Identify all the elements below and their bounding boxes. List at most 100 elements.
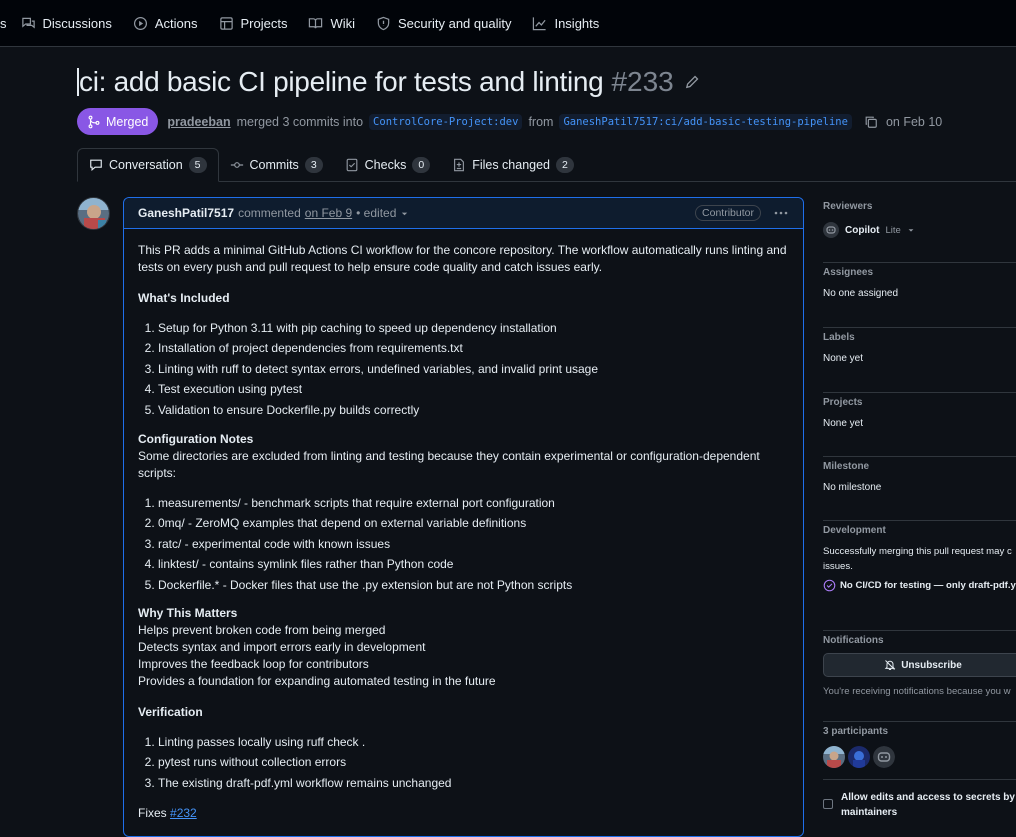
participants-section: 3 participants — [823, 722, 1016, 780]
development-text: issues. — [823, 561, 853, 572]
nav-label: Security and quality — [398, 15, 512, 31]
labels-section: Labels None yet — [823, 328, 1016, 393]
list-item: Linting passes locally using ruff check … — [158, 732, 789, 752]
from-text: from — [528, 114, 554, 129]
list-item: The existing draft-pdf.yml workflow rema… — [158, 773, 789, 793]
list-item: Setup for Python 3.11 with pip caching t… — [158, 318, 789, 338]
pr-sidebar: Reviewers Copilot Lite Assignees No one … — [823, 197, 1016, 820]
merge-icon — [87, 115, 101, 129]
author-avatar[interactable] — [77, 197, 110, 230]
why-line: Detects syntax and import errors early i… — [138, 640, 426, 655]
participant-avatar[interactable] — [823, 746, 845, 768]
file-diff-icon — [452, 158, 466, 172]
comment-date-link[interactable]: on Feb 9 — [305, 206, 352, 220]
assignees-title[interactable]: Assignees — [823, 263, 1016, 278]
reviewers-section: Reviewers Copilot Lite — [823, 197, 1016, 263]
config-intro: Some directories are excluded from linti… — [138, 449, 760, 481]
tab-label: Files changed — [472, 158, 551, 172]
milestone-title[interactable]: Milestone — [823, 457, 1016, 472]
base-branch[interactable]: ControlCore-Project:dev — [369, 113, 523, 130]
kebab-menu-icon[interactable] — [773, 205, 789, 221]
reviewers-title[interactable]: Reviewers — [823, 197, 1016, 212]
why-line: Improves the feedback loop for contribut… — [138, 657, 369, 672]
tab-conversation[interactable]: Conversation 5 — [77, 148, 219, 182]
shield-icon — [376, 16, 391, 31]
comment-icon — [89, 158, 103, 172]
projects-icon — [219, 16, 234, 31]
tab-checks[interactable]: Checks 0 — [334, 148, 442, 182]
allow-edits-row[interactable]: Allow edits and access to secrets by mai… — [823, 790, 1016, 820]
tab-counter: 5 — [188, 157, 207, 173]
merged-status-badge: Merged — [77, 108, 159, 135]
development-title[interactable]: Development — [823, 521, 1016, 536]
list-item: linktest/ - contains symlink files rathe… — [158, 554, 789, 574]
pr-meta: Merged pradeeban merged 3 commits into C… — [77, 108, 942, 135]
nav-item-actions[interactable]: Actions — [133, 0, 198, 47]
projects-title[interactable]: Projects — [823, 393, 1016, 408]
list-item: pytest runs without collection errors — [158, 752, 789, 772]
copilot-icon — [823, 222, 839, 238]
labels-value: None yet — [823, 353, 864, 364]
pencil-icon[interactable] — [684, 74, 700, 90]
merge-date: on Feb 10 — [885, 114, 943, 129]
milestone-section: Milestone No milestone — [823, 457, 1016, 521]
unsubscribe-label: Unsubscribe — [901, 659, 962, 671]
tab-files-changed[interactable]: Files changed 2 — [441, 148, 585, 182]
tab-label: Checks — [364, 158, 407, 172]
comment-header: GaneshPatil7517 commented on Feb 9 • edi… — [124, 198, 803, 229]
why-line: Helps prevent broken code from being mer… — [138, 623, 386, 638]
nav-item-partial[interactable]: s — [0, 16, 7, 31]
copilot-avatar[interactable] — [873, 746, 895, 768]
merged-by-link[interactable]: pradeeban — [167, 115, 230, 129]
edited-label: • edited — [356, 206, 397, 220]
comment-body: This PR adds a minimal GitHub Actions CI… — [124, 242, 803, 822]
nav-label: Wiki — [330, 15, 356, 31]
linked-issue-title: No CI/CD for testing — only draft-pdf.y — [840, 580, 1016, 591]
copy-icon[interactable] — [864, 115, 878, 129]
reviewer-name[interactable]: Copilot — [845, 225, 879, 236]
nav-label: Discussions — [42, 15, 112, 31]
why-heading: Why This Matters — [138, 606, 238, 621]
fixes-issue-link[interactable]: #232 — [170, 806, 197, 820]
chevron-down-icon[interactable] — [907, 226, 915, 234]
commit-icon — [230, 158, 244, 172]
merged-status-label: Merged — [106, 114, 149, 129]
list-item: ratc/ - experimental code with known iss… — [158, 534, 789, 554]
labels-title[interactable]: Labels — [823, 328, 1016, 343]
linked-issue[interactable]: No CI/CD for testing — only draft-pdf.y — [823, 579, 1016, 592]
included-list: Setup for Python 3.11 with pip caching t… — [138, 318, 789, 420]
tab-label: Conversation — [109, 158, 183, 172]
nav-label: Projects — [240, 15, 288, 31]
why-line: Provides a foundation for expanding auto… — [138, 674, 496, 689]
edited-dropdown[interactable]: • edited — [356, 206, 409, 220]
graph-icon — [532, 16, 547, 31]
unsubscribe-button[interactable]: Unsubscribe — [823, 653, 1016, 677]
notifications-title: Notifications — [823, 635, 884, 646]
development-section: Development Successfully merging this pu… — [823, 521, 1016, 631]
comment-author[interactable]: GaneshPatil7517 — [138, 206, 234, 220]
assignees-section: Assignees No one assigned — [823, 263, 1016, 328]
nav-item-security[interactable]: Security and quality — [376, 0, 511, 47]
allow-edits-section: Allow edits and access to secrets by mai… — [823, 780, 1016, 820]
allow-edits-text: maintainers — [841, 807, 898, 818]
wiki-icon — [308, 16, 323, 31]
nav-item-projects[interactable]: Projects — [219, 0, 288, 47]
checks-icon — [345, 158, 359, 172]
nav-item-discussions[interactable]: Discussions — [21, 0, 112, 47]
nav-label: Insights — [554, 15, 600, 31]
tab-label: Commits — [249, 158, 299, 172]
reviewer-row: Copilot Lite — [823, 222, 1016, 238]
issue-closed-icon — [823, 579, 836, 592]
nav-item-wiki[interactable]: Wiki — [308, 0, 355, 47]
repo-nav: s Discussions Actions Projects Wiki Secu… — [0, 0, 1016, 47]
verify-heading: Verification — [138, 705, 203, 720]
list-item: Installation of project dependencies fro… — [158, 338, 789, 358]
participant-avatar[interactable] — [848, 746, 870, 768]
reviewer-tag: Lite — [885, 224, 901, 236]
allow-edits-checkbox[interactable] — [823, 799, 833, 809]
actions-icon — [133, 16, 148, 31]
tab-commits[interactable]: Commits 3 — [219, 148, 334, 182]
nav-item-insights[interactable]: Insights — [532, 0, 599, 47]
head-branch[interactable]: GaneshPatil7517:ci/add-basic-testing-pip… — [559, 113, 852, 130]
merge-text: merged 3 commits into — [236, 114, 364, 129]
